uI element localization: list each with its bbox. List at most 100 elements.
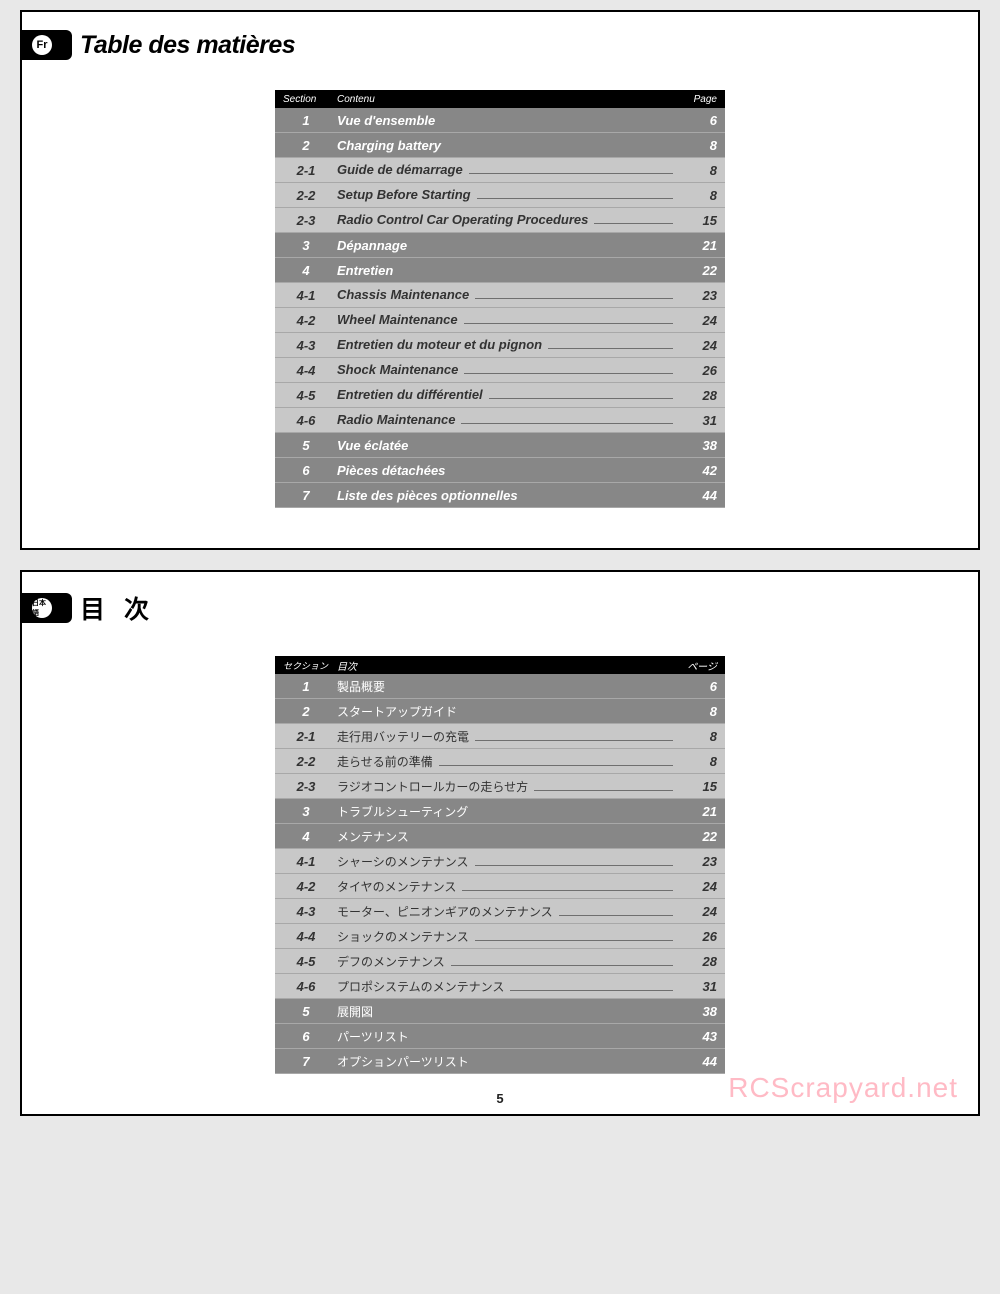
toc-row: 4-2タイヤのメンテナンス24	[275, 874, 725, 899]
toc-rows: 1Vue d'ensemble62Charging battery8 2-1Gui…	[275, 108, 725, 508]
toc-section-number: 1	[283, 679, 337, 694]
toc-title: Chassis Maintenance	[337, 287, 677, 303]
toc-title: ラジオコントロールカーの走らせ方	[337, 778, 677, 795]
toc-title: Setup Before Starting	[337, 187, 677, 203]
toc-page-number: 21	[677, 238, 717, 253]
toc-section-number: 6	[283, 1029, 337, 1044]
toc-title: Wheel Maintenance	[337, 312, 677, 328]
toc-rows: 1製品概要62スタートアップガイド82-1走行用バッテリーの充電82-2走らせる…	[275, 674, 725, 1074]
toc-row: 7Liste des pièces optionnelles44	[275, 483, 725, 508]
toc-row: 4-6プロポシステムのメンテナンス31	[275, 974, 725, 999]
toc-section-number: 2-3	[283, 213, 337, 228]
toc-page-number: 21	[677, 804, 717, 819]
toc-row: 2-2走らせる前の準備8	[275, 749, 725, 774]
toc-section-number: 7	[283, 1054, 337, 1069]
toc-row: 2スタートアップガイド8	[275, 699, 725, 724]
toc-page-number: 15	[677, 213, 717, 228]
toc-row: 4-3Entretien du moteur et du pignon24	[275, 333, 725, 358]
toc-section-number: 4-3	[283, 338, 337, 353]
toc-page-number: 38	[677, 1004, 717, 1019]
toc-page-number: 15	[677, 779, 717, 794]
toc-title: Liste des pièces optionnelles	[337, 488, 677, 503]
toc-page-number: 24	[677, 879, 717, 894]
toc-panel-fr: Fr Table des matières Section Contenu Pa…	[20, 10, 980, 550]
toc-page-number: 31	[677, 413, 717, 428]
toc-row: 6Pièces détachées42	[275, 458, 725, 483]
toc-title: パーツリスト	[337, 1028, 677, 1045]
toc-row: 4-5デフのメンテナンス28	[275, 949, 725, 974]
toc-row: 2Charging battery8	[275, 133, 725, 158]
toc-section-number: 3	[283, 238, 337, 253]
toc-page-number: 42	[677, 463, 717, 478]
toc-page-number: 8	[677, 754, 717, 769]
toc-title: 走らせる前の準備	[337, 753, 677, 770]
header-content: 目次	[337, 658, 677, 673]
toc-title: 製品概要	[337, 678, 677, 695]
toc-section-number: 2-2	[283, 188, 337, 203]
toc-page-number: 44	[677, 488, 717, 503]
toc-row: 1Vue d'ensemble6	[275, 108, 725, 133]
toc-row: 4-1シャーシのメンテナンス23	[275, 849, 725, 874]
toc-section-number: 2-1	[283, 729, 337, 744]
toc-page-number: 8	[677, 704, 717, 719]
toc-page-number: 28	[677, 954, 717, 969]
panel-header: Fr Table des matières	[22, 30, 938, 60]
toc-page-number: 8	[677, 188, 717, 203]
toc-section-number: 4	[283, 829, 337, 844]
toc-row: 2-3ラジオコントロールカーの走らせ方15	[275, 774, 725, 799]
header-page: Page	[677, 94, 717, 105]
toc-section-number: 2	[283, 138, 337, 153]
toc-row: 5展開図38	[275, 999, 725, 1024]
toc-header-row: Section Contenu Page	[275, 90, 725, 108]
toc-section-number: 7	[283, 488, 337, 503]
toc-title: モーター、ピニオンギアのメンテナンス	[337, 903, 677, 920]
toc-title: メンテナンス	[337, 828, 677, 845]
toc-row: 2-1走行用バッテリーの充電8	[275, 724, 725, 749]
toc-section-number: 6	[283, 463, 337, 478]
toc-page-number: 28	[677, 388, 717, 403]
toc-row: 4-2Wheel Maintenance24	[275, 308, 725, 333]
toc-row: 4-3モーター、ピニオンギアのメンテナンス24	[275, 899, 725, 924]
toc-title: Pièces détachées	[337, 463, 677, 478]
toc-title: ショックのメンテナンス	[337, 928, 677, 945]
toc-row: 5Vue éclatée38	[275, 433, 725, 458]
toc-row: 1製品概要6	[275, 674, 725, 699]
toc-page-number: 26	[677, 363, 717, 378]
panel-header: 日本語 目 次	[22, 590, 938, 626]
lang-badge: 日本語	[32, 598, 52, 618]
toc-section-number: 4-3	[283, 904, 337, 919]
toc-row: 2-2Setup Before Starting8	[275, 183, 725, 208]
toc-page-number: 24	[677, 313, 717, 328]
toc-title: Guide de démarrage	[337, 162, 677, 178]
panel-title: Table des matières	[80, 31, 295, 60]
panel-title: 目 次	[80, 590, 155, 626]
toc-page-number: 23	[677, 288, 717, 303]
lang-badge: Fr	[32, 35, 52, 55]
toc-row: 4-5Entretien du différentiel28	[275, 383, 725, 408]
toc-section-number: 2-1	[283, 163, 337, 178]
toc-title: タイヤのメンテナンス	[337, 878, 677, 895]
toc-title: Entretien du moteur et du pignon	[337, 337, 677, 353]
toc-row: 4-4Shock Maintenance26	[275, 358, 725, 383]
toc-title: オプションパーツリスト	[337, 1053, 677, 1070]
toc-table: Section Contenu Page 1Vue d'ensemble62Ch…	[275, 90, 725, 508]
toc-page-number: 26	[677, 929, 717, 944]
toc-section-number: 5	[283, 438, 337, 453]
toc-section-number: 4-5	[283, 388, 337, 403]
toc-section-number: 2-3	[283, 779, 337, 794]
toc-section-number: 4-6	[283, 979, 337, 994]
header-section: Section	[283, 94, 337, 105]
toc-section-number: 4-5	[283, 954, 337, 969]
toc-title: Vue éclatée	[337, 438, 677, 453]
toc-title: Dépannage	[337, 238, 677, 253]
toc-page-number: 6	[677, 679, 717, 694]
toc-page-number: 8	[677, 138, 717, 153]
toc-title: Shock Maintenance	[337, 362, 677, 378]
toc-title: Entretien du différentiel	[337, 387, 677, 403]
toc-title: トラブルシューティング	[337, 803, 677, 820]
toc-page-number: 23	[677, 854, 717, 869]
toc-title: スタートアップガイド	[337, 703, 677, 720]
toc-page-number: 22	[677, 263, 717, 278]
toc-section-number: 4	[283, 263, 337, 278]
toc-row: 3トラブルシューティング21	[275, 799, 725, 824]
